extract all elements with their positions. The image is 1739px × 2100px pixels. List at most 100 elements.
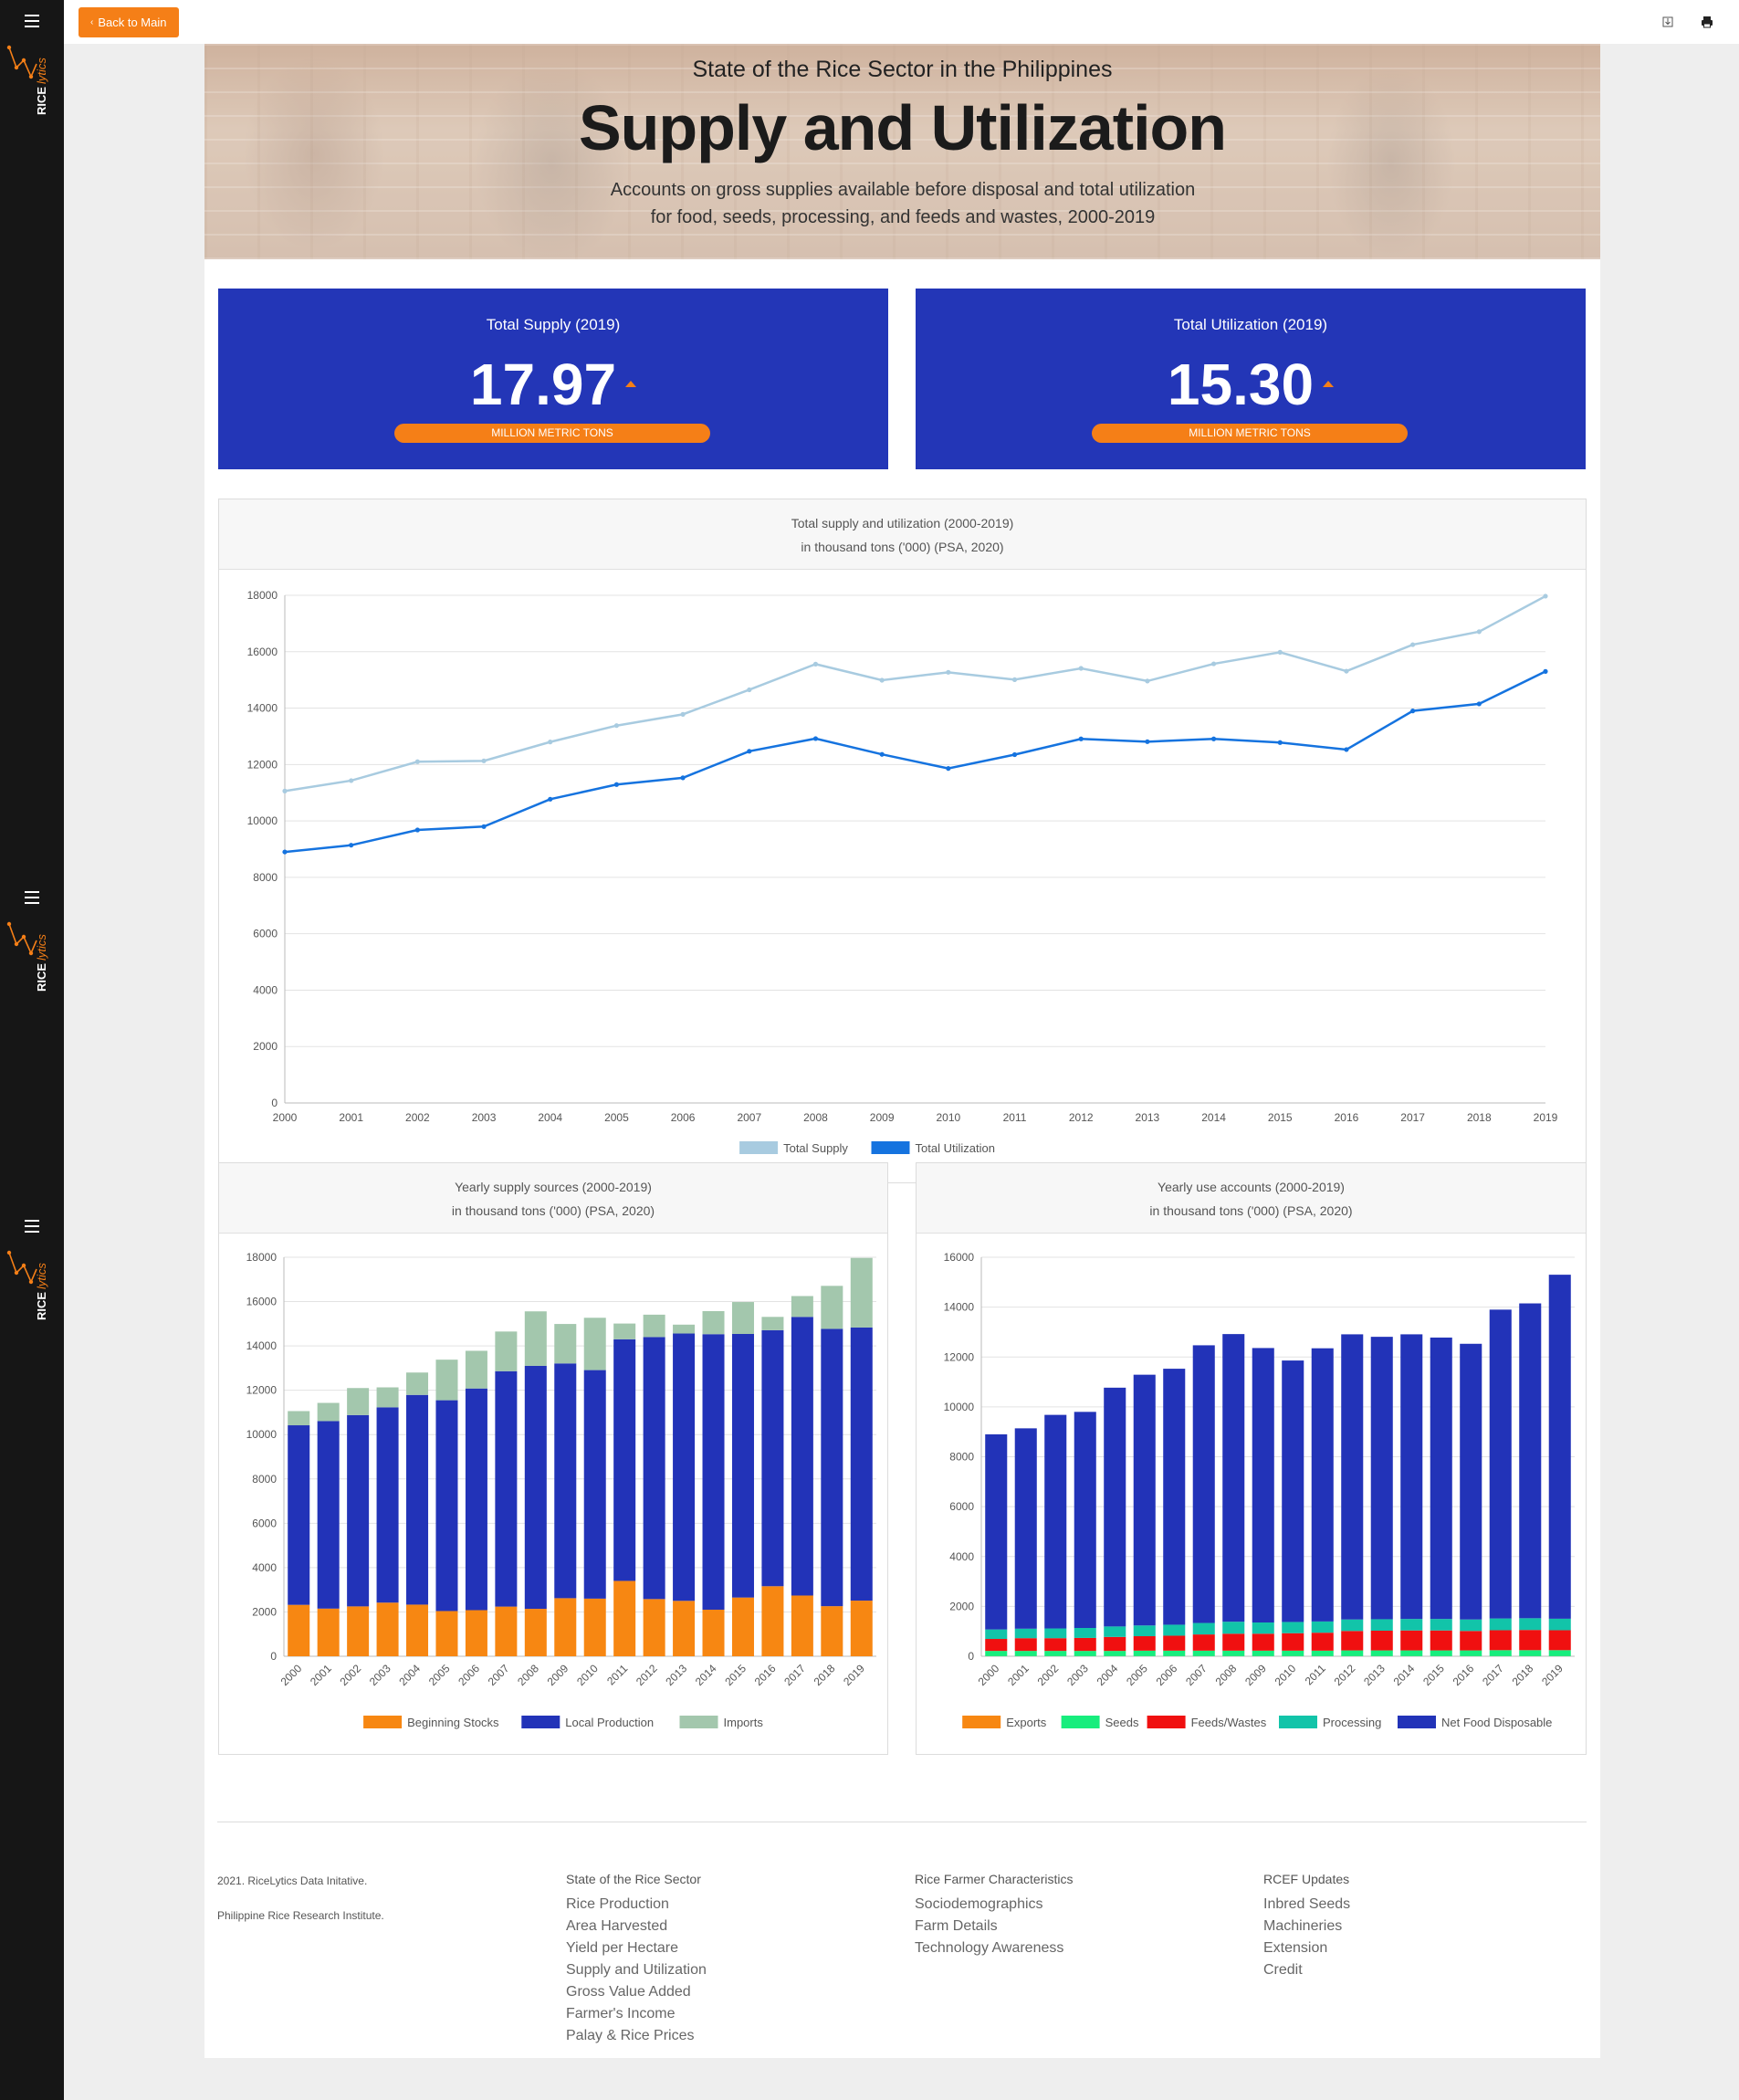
brand-script: lytics xyxy=(35,1263,48,1289)
bar-segment xyxy=(613,1580,636,1656)
bar-segment xyxy=(1460,1343,1482,1620)
y-tick-label: 0 xyxy=(968,1650,974,1663)
bar-segment xyxy=(1430,1619,1452,1631)
footer-link[interactable]: Farm Details xyxy=(915,1916,1073,1937)
menu-icon[interactable] xyxy=(25,891,39,904)
y-tick-label: 6000 xyxy=(253,928,278,940)
data-point xyxy=(548,740,553,745)
x-tick-label: 2019 xyxy=(1539,1662,1566,1688)
footer-link[interactable]: Yield per Hectare xyxy=(566,1937,707,1959)
footer-col-heading: State of the Rice Sector xyxy=(566,1872,701,1886)
x-tick-label: 2015 xyxy=(1420,1662,1447,1688)
chart-header: Total supply and utilization (2000-2019)… xyxy=(219,499,1586,570)
ricelytics-logo[interactable]: RICE lytics xyxy=(5,40,51,115)
bar-segment xyxy=(1104,1626,1126,1637)
sidebar: RICE lytics RICE lytics RICE lytics xyxy=(0,0,64,2100)
y-tick-label: 4000 xyxy=(253,983,278,996)
menu-icon[interactable] xyxy=(25,15,39,27)
x-tick-label: 2010 xyxy=(1273,1662,1299,1688)
caret-up-icon xyxy=(1323,380,1335,387)
bar-segment xyxy=(554,1363,577,1599)
bar-segment xyxy=(1044,1628,1067,1639)
footer-link[interactable]: Technology Awareness xyxy=(915,1937,1073,1959)
back-to-main-button[interactable]: ‹ Back to Main xyxy=(79,7,179,37)
footer-link[interactable]: Rice Production xyxy=(566,1894,707,1916)
y-tick-label: 4000 xyxy=(949,1550,974,1563)
footer-link[interactable]: Inbred Seeds xyxy=(1263,1894,1350,1916)
x-tick-label: 2002 xyxy=(337,1662,363,1688)
bar-segment xyxy=(1133,1650,1156,1656)
bar-segment xyxy=(1014,1428,1037,1629)
bar-segment xyxy=(850,1601,873,1656)
menu-icon[interactable] xyxy=(25,1220,39,1233)
legend-label: Total Utilization xyxy=(916,1141,995,1155)
bar-segment xyxy=(761,1586,784,1656)
data-point xyxy=(1210,736,1217,741)
chart-header: Yearly supply sources (2000-2019) in tho… xyxy=(219,1163,887,1234)
bar-segment xyxy=(791,1317,813,1596)
data-point xyxy=(1011,677,1018,682)
bar-segment xyxy=(1370,1650,1393,1656)
footer-link[interactable]: Credit xyxy=(1263,1959,1350,1981)
footer-link[interactable]: Palay & Rice Prices xyxy=(566,2025,707,2047)
footer-link[interactable]: Area Harvested xyxy=(566,1916,707,1937)
use-bar-chart: 0200040006000800010000120001400016000200… xyxy=(944,1251,1575,1729)
footer-link[interactable]: Machineries xyxy=(1263,1916,1350,1937)
y-tick-label: 12000 xyxy=(246,1384,278,1397)
data-point xyxy=(414,759,420,764)
footer-link[interactable]: Gross Value Added xyxy=(566,1981,707,2003)
data-point xyxy=(879,751,885,757)
chart-title: Yearly use accounts (2000-2019) xyxy=(1158,1180,1345,1194)
bar-segment xyxy=(583,1598,606,1656)
bar-segment xyxy=(1163,1624,1186,1636)
ricelytics-logo[interactable]: RICE lytics xyxy=(5,1245,51,1320)
brand-text: RICE xyxy=(35,87,48,115)
bar-segment xyxy=(1311,1650,1334,1656)
bar-segment xyxy=(1282,1633,1304,1651)
kpi-label: Total Utilization (2019) xyxy=(1173,316,1328,333)
x-tick-label: 2005 xyxy=(426,1662,453,1688)
bar-segment xyxy=(850,1327,873,1601)
y-tick-label: 0 xyxy=(271,1097,278,1109)
bar-segment xyxy=(1489,1630,1512,1651)
x-tick-label: 2010 xyxy=(936,1111,960,1124)
footer-link[interactable]: Supply and Utilization xyxy=(566,1959,707,1981)
bar-segment xyxy=(791,1595,813,1656)
x-tick-label: 2007 xyxy=(1183,1662,1210,1688)
data-point xyxy=(613,723,620,729)
download-icon[interactable] xyxy=(1660,15,1675,29)
page-title: Supply and Utilization xyxy=(578,92,1227,163)
footer-link[interactable]: Farmer's Income xyxy=(566,2003,707,2025)
footer-link[interactable]: Extension xyxy=(1263,1937,1350,1959)
x-tick-label: 2017 xyxy=(781,1662,808,1688)
footer-col-rice-sector: State of the Rice Sector Rice Production… xyxy=(566,1872,707,2047)
bar-segment xyxy=(1074,1637,1096,1652)
bar-segment xyxy=(347,1388,370,1415)
bar-segment xyxy=(1430,1650,1452,1656)
y-tick-label: 10000 xyxy=(247,814,278,827)
legend-label: Net Food Disposable xyxy=(1441,1716,1552,1729)
bar-segment xyxy=(1460,1631,1482,1651)
data-point xyxy=(946,669,951,675)
data-point xyxy=(1543,668,1548,674)
y-tick-label: 0 xyxy=(270,1650,277,1663)
x-tick-label: 2011 xyxy=(1003,1111,1027,1124)
x-tick-label: 2013 xyxy=(1361,1662,1388,1688)
kpi-value: 15.30 xyxy=(1167,352,1315,417)
bar-segment xyxy=(1192,1634,1215,1651)
print-icon[interactable] xyxy=(1700,15,1714,29)
footer-link[interactable]: Sociodemographics xyxy=(915,1894,1073,1916)
y-tick-label: 16000 xyxy=(247,646,278,658)
bar-segment xyxy=(1074,1651,1096,1656)
x-tick-label: 2019 xyxy=(1534,1111,1558,1124)
bar-segment xyxy=(347,1414,370,1607)
bar-segment xyxy=(731,1597,754,1656)
y-tick-label: 14000 xyxy=(246,1339,278,1352)
ricelytics-logo[interactable]: RICE lytics xyxy=(5,917,51,992)
y-tick-label: 2000 xyxy=(949,1600,974,1612)
legend-swatch xyxy=(521,1716,560,1728)
bar-segment xyxy=(1044,1414,1067,1629)
y-tick-label: 10000 xyxy=(246,1428,278,1441)
bar-segment xyxy=(406,1604,429,1656)
data-point xyxy=(1078,666,1084,671)
